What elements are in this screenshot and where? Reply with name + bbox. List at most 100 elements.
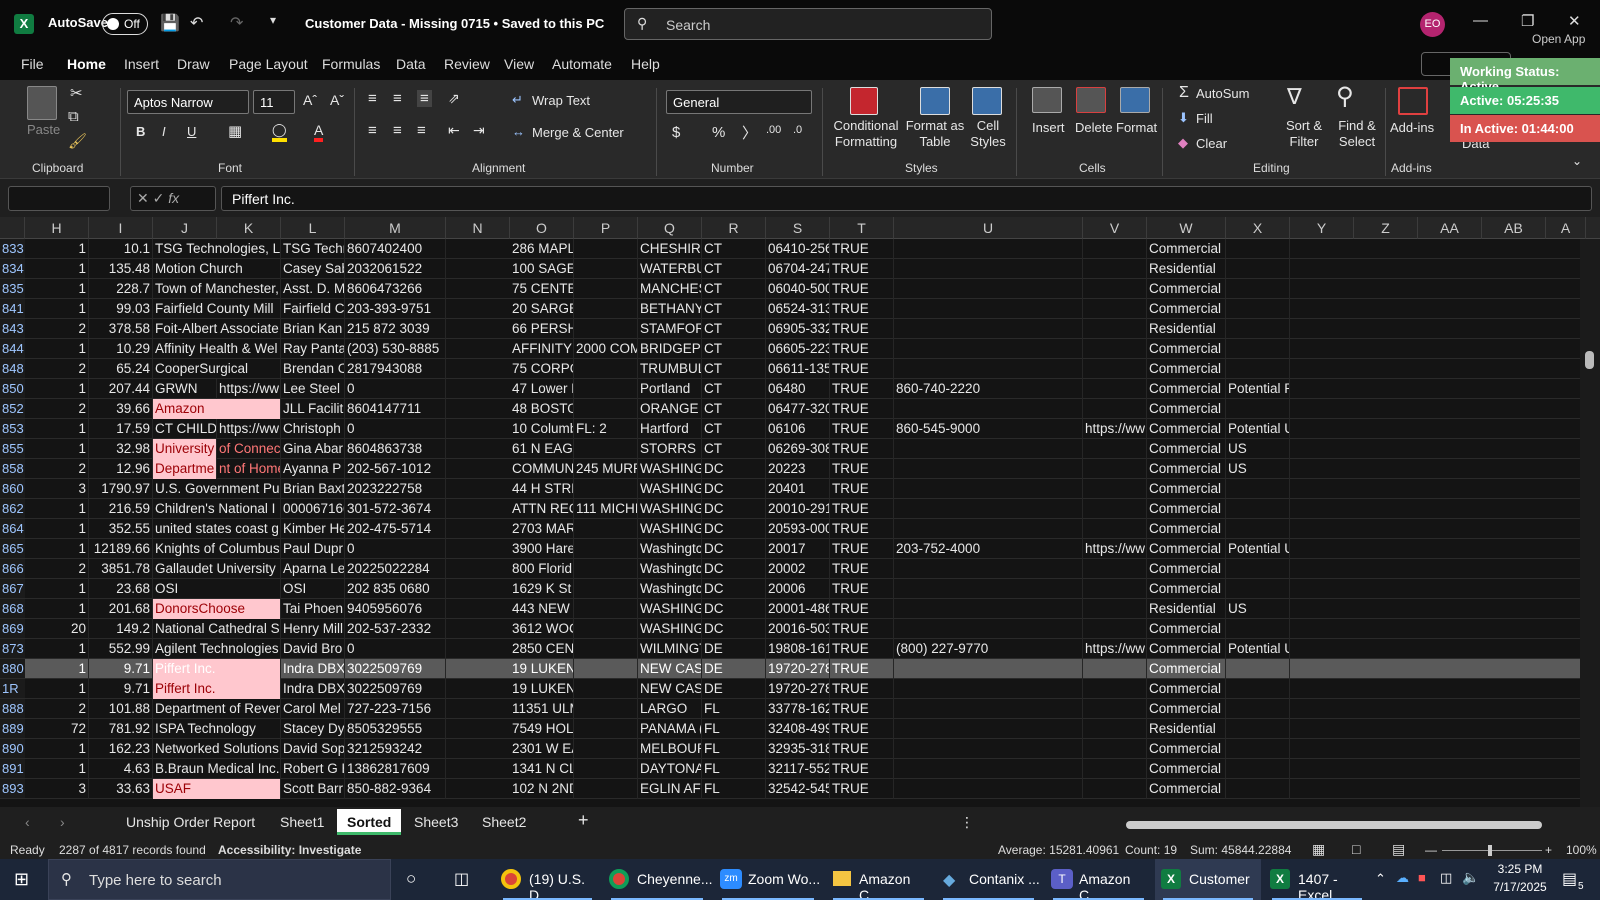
- cell-m[interactable]: 8604863738: [345, 439, 446, 459]
- cell-j[interactable]: Motion Church: [153, 259, 281, 279]
- cell-v[interactable]: [1083, 279, 1147, 299]
- cell-i[interactable]: 4.63: [89, 759, 153, 779]
- cell-t[interactable]: TRUE: [830, 459, 894, 479]
- cell-j[interactable]: CooperSurgical: [153, 359, 281, 379]
- cortana-icon[interactable]: ○: [406, 869, 416, 889]
- cell-m[interactable]: 20225022284: [345, 559, 446, 579]
- cell-j[interactable]: Amazon: [153, 399, 281, 419]
- taskbar-app-chrome-2[interactable]: Cheyenne...: [603, 859, 713, 900]
- tab-sheet1[interactable]: Sheet1: [280, 814, 324, 830]
- row-header[interactable]: 864: [0, 519, 25, 539]
- cell-w[interactable]: Commercial: [1147, 679, 1226, 699]
- wrap-text-icon[interactable]: ↵: [512, 92, 523, 108]
- zoom-out-icon[interactable]: —: [1425, 843, 1437, 857]
- cell-m[interactable]: 8606473266: [345, 279, 446, 299]
- cell-p[interactable]: [574, 359, 638, 379]
- cell-p[interactable]: [574, 719, 638, 739]
- cell-r[interactable]: CT: [702, 299, 766, 319]
- cell-l[interactable]: David Bro: [281, 639, 345, 659]
- cell-p[interactable]: [574, 439, 638, 459]
- add-ins-icon[interactable]: [1398, 87, 1428, 115]
- cell-i[interactable]: 135.48: [89, 259, 153, 279]
- cell-s[interactable]: 06040-500: [766, 279, 830, 299]
- row-header[interactable]: 889: [0, 719, 25, 739]
- table-row[interactable]: 20 149.2 National Cathedral S Henry Mill 202…: [25, 619, 1580, 639]
- collapse-ribbon-icon[interactable]: ⌄: [1572, 154, 1582, 168]
- cell-r[interactable]: FL: [702, 719, 766, 739]
- cell-r[interactable]: CT: [702, 319, 766, 339]
- cell-x[interactable]: [1226, 499, 1290, 519]
- cell-x[interactable]: [1226, 299, 1290, 319]
- cell-m[interactable]: 3022509769: [345, 659, 446, 679]
- increase-indent-icon[interactable]: ⇥: [473, 122, 485, 139]
- cell-q[interactable]: STORRS: [638, 439, 702, 459]
- cell-s[interactable]: 20223: [766, 459, 830, 479]
- cell-w[interactable]: Commercial: [1147, 579, 1226, 599]
- cell-q[interactable]: WASHING': [638, 599, 702, 619]
- cell-j[interactable]: Department of Reven: [153, 699, 281, 719]
- volume-icon[interactable]: 🔈: [1462, 869, 1479, 886]
- borders-icon[interactable]: ▦: [228, 122, 242, 140]
- cell-r[interactable]: DE: [702, 639, 766, 659]
- cell-w[interactable]: Commercial: [1147, 239, 1226, 259]
- cell-p[interactable]: [574, 319, 638, 339]
- cell-q[interactable]: CHESHIRE: [638, 239, 702, 259]
- table-row[interactable]: 1 201.68 DonorsChoose Tai Phoen 9405956076 44…: [25, 599, 1580, 619]
- cell-x[interactable]: Potential US: [1226, 419, 1290, 439]
- cell-s[interactable]: 20010-291: [766, 499, 830, 519]
- cell-q[interactable]: LARGO: [638, 699, 702, 719]
- cell-w[interactable]: Commercial: [1147, 479, 1226, 499]
- cell-r[interactable]: DC: [702, 559, 766, 579]
- cell-s[interactable]: 32408-499: [766, 719, 830, 739]
- cell-p[interactable]: [574, 659, 638, 679]
- cell-l[interactable]: Brian Kan: [281, 319, 345, 339]
- table-row[interactable]: 72 781.92 ISPA Technology Stacey Dy 85053295…: [25, 719, 1580, 739]
- cell-x[interactable]: [1226, 279, 1290, 299]
- cell-r[interactable]: DC: [702, 479, 766, 499]
- table-row[interactable]: 117.59CT CHILDRhttps://wwChristoph010 Co…: [25, 419, 1580, 439]
- paste-label[interactable]: Paste: [27, 122, 60, 137]
- column-header-m[interactable]: M: [345, 217, 446, 239]
- cell-m[interactable]: 301-572-3674: [345, 499, 446, 519]
- insert-cells-icon[interactable]: [1032, 87, 1062, 113]
- cell-v[interactable]: [1083, 379, 1147, 399]
- cell-m[interactable]: 0: [345, 539, 446, 559]
- cell-o[interactable]: 1629 K St S: [510, 579, 574, 599]
- table-row[interactable]: 3 1790.97 U.S. Government Pub Brian Baxt 202…: [25, 479, 1580, 499]
- cell-h[interactable]: 1: [25, 339, 89, 359]
- cell-m[interactable]: 0: [345, 379, 446, 399]
- cell-p[interactable]: 245 MURR: [574, 459, 638, 479]
- cell-r[interactable]: DC: [702, 619, 766, 639]
- cell-l[interactable]: Stacey Dy: [281, 719, 345, 739]
- close-icon[interactable]: ✕: [1568, 12, 1581, 30]
- cell-s[interactable]: 20002: [766, 559, 830, 579]
- row-header[interactable]: 858: [0, 459, 25, 479]
- cell-m[interactable]: 8604147711: [345, 399, 446, 419]
- cell-h[interactable]: 1: [25, 579, 89, 599]
- cell-t[interactable]: TRUE: [830, 779, 894, 799]
- cell-q[interactable]: PANAMA (: [638, 719, 702, 739]
- cell-u[interactable]: [894, 719, 1083, 739]
- cell-r[interactable]: FL: [702, 739, 766, 759]
- cell-styles-button[interactable]: Cell Styles: [968, 118, 1008, 150]
- cell-o[interactable]: 44 H STREI: [510, 479, 574, 499]
- cell-o[interactable]: 20 SARGEN: [510, 299, 574, 319]
- menu-draw[interactable]: Draw: [177, 56, 210, 72]
- cell-w[interactable]: Commercial: [1147, 619, 1226, 639]
- cell-m[interactable]: 13862817609: [345, 759, 446, 779]
- cell-w[interactable]: Commercial: [1147, 459, 1226, 479]
- cell-h[interactable]: 1: [25, 259, 89, 279]
- tab-sorted[interactable]: Sorted: [337, 809, 402, 835]
- row-header[interactable]: 855: [0, 439, 25, 459]
- table-row[interactable]: 1 9.71 Piffert Inc. Indra DBX 3022509769 19 L…: [25, 659, 1580, 679]
- taskbar-app-zoom[interactable]: zm Zoom Wo...: [714, 859, 822, 900]
- cell-h[interactable]: 1: [25, 539, 89, 559]
- format-table-icon[interactable]: [920, 87, 950, 115]
- merge-center-button[interactable]: Merge & Center: [532, 125, 624, 140]
- cell-i[interactable]: 39.66: [89, 399, 153, 419]
- cell-i[interactable]: 3851.78: [89, 559, 153, 579]
- cell-i[interactable]: 10.29: [89, 339, 153, 359]
- cell-j[interactable]: National Cathedral S: [153, 619, 281, 639]
- cell-j[interactable]: Gallaudet University: [153, 559, 281, 579]
- sum-stat[interactable]: Sum: 45844.22884: [1190, 843, 1291, 857]
